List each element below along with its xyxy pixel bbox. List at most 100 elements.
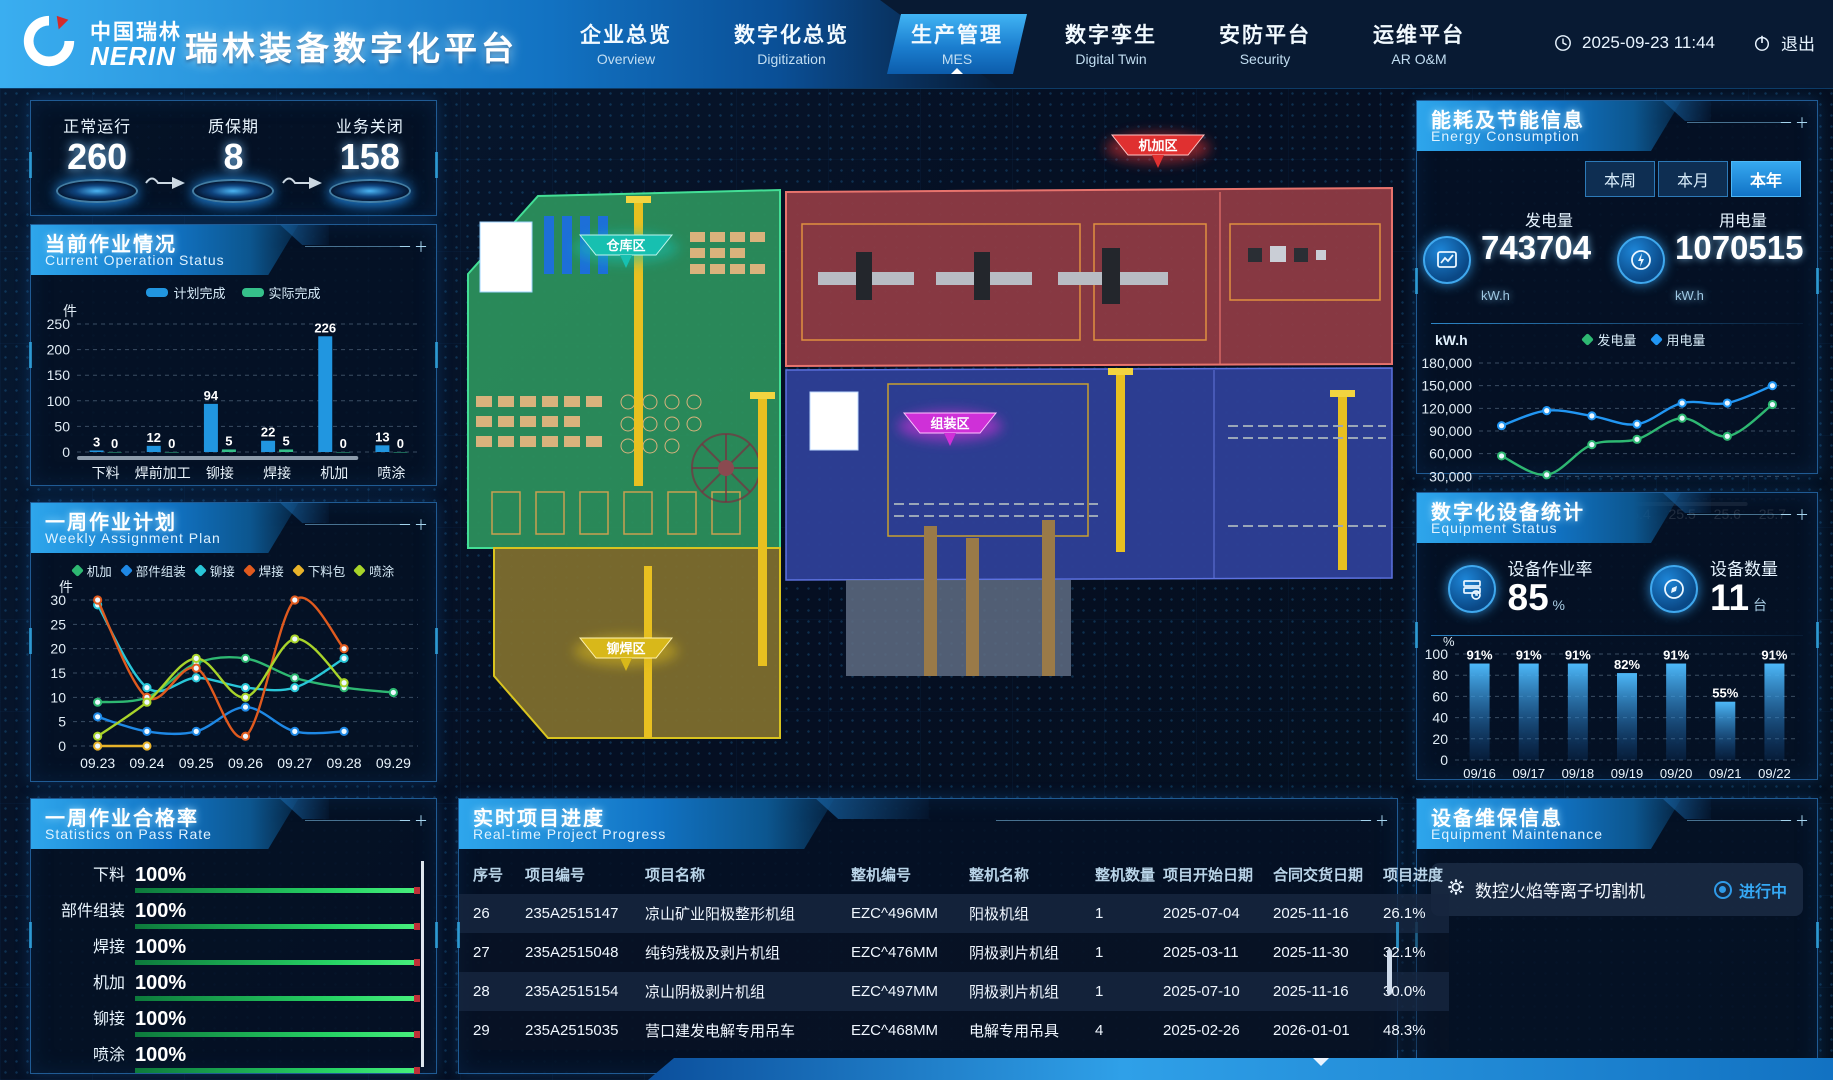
- svg-text:09.26: 09.26: [228, 755, 263, 771]
- legend-item: 实际完成: [242, 283, 321, 302]
- svg-text:12: 12: [147, 430, 161, 445]
- equipment-panel: －＋ 数字化设备统计 Equipment Status 设备作业率85 %设备数…: [1416, 492, 1818, 780]
- energy-tab-本年[interactable]: 本年: [1731, 161, 1801, 197]
- status-stat-value: 158: [322, 137, 418, 177]
- panel-header: －＋ 能耗及节能信息 Energy Consumption: [1417, 101, 1817, 151]
- svg-text:150,000: 150,000: [1421, 378, 1472, 394]
- nav-tab-digitization[interactable]: 数字化总览Digitization: [710, 14, 873, 74]
- svg-text:焊前加工: 焊前加工: [135, 465, 191, 481]
- nav-tab-digital-twin[interactable]: 数字孪生Digital Twin: [1041, 14, 1181, 74]
- data-point: [242, 684, 249, 691]
- nav-tab-label-cn: 数字化总览: [734, 19, 849, 49]
- data-point: [94, 713, 101, 720]
- zone-assembly-area[interactable]: [786, 368, 1392, 580]
- utilization-bar: [1568, 664, 1588, 760]
- utilization-bar: [1715, 702, 1735, 760]
- nav-tab-overview[interactable]: 企业总览Overview: [556, 14, 696, 74]
- nav-tab-mes[interactable]: 生产管理MES: [887, 14, 1027, 74]
- status-radio-icon: [1714, 881, 1732, 899]
- legend-swatch: [120, 564, 133, 577]
- status-stat: 正常运行260: [49, 113, 145, 203]
- svg-text:25: 25: [50, 616, 66, 632]
- panel-collapse-controls[interactable]: －＋: [1359, 811, 1391, 831]
- legend-swatch: [146, 288, 168, 297]
- energy-chart-unit: kW.h: [1435, 332, 1468, 348]
- logout-button[interactable]: 退出: [1781, 30, 1815, 55]
- equipment-stat-info: 设备作业率85 %: [1508, 555, 1593, 623]
- zone-badge-machining[interactable]: 机加区: [1106, 133, 1210, 168]
- table-scrollbar[interactable]: [1387, 949, 1392, 995]
- panel-collapse-controls[interactable]: －＋: [398, 811, 430, 831]
- table-column-header: 整机名称: [965, 855, 1091, 894]
- legend-swatch: [1650, 333, 1663, 346]
- project-cell: 4: [1091, 1011, 1159, 1050]
- svg-text:60: 60: [1432, 688, 1448, 704]
- project-row[interactable]: 29235A2515035营口建发电解专用吊车EZC^468MM电解专用吊具42…: [459, 1011, 1449, 1050]
- pass-rate-bar: [135, 960, 420, 965]
- project-cell: 28: [459, 972, 521, 1011]
- project-cell: 2025-11-16: [1269, 972, 1379, 1011]
- pass-rate-row: 铆接100%: [41, 1001, 420, 1037]
- legend-label: 铆接: [210, 561, 235, 580]
- data-point: [1769, 401, 1776, 408]
- nav-tab-ar-o-m[interactable]: 运维平台AR O&M: [1349, 14, 1489, 74]
- equipment-stat: 设备作业率85 %: [1423, 555, 1617, 623]
- project-cell: 2026-01-01: [1269, 1011, 1379, 1050]
- nav-tab-label-cn: 生产管理: [911, 19, 1003, 49]
- pass-rate-bar-fill: [135, 888, 420, 893]
- data-point: [1633, 436, 1640, 443]
- legend-item: 下料包: [294, 561, 346, 580]
- equipment-bar-chart: 020406080100%91%09/1691%09/1791%09/1882%…: [1417, 636, 1809, 786]
- data-point: [1543, 407, 1550, 414]
- energy-chart-legend: 发电量用电量: [1482, 330, 1807, 349]
- data-point: [1724, 399, 1731, 406]
- project-cell: 1: [1091, 894, 1159, 933]
- data-point: [340, 679, 347, 686]
- panel-collapse-controls[interactable]: －＋: [1779, 505, 1811, 525]
- energy-stat-label: 用电量: [1675, 207, 1811, 231]
- warehouse-screen: [480, 222, 532, 292]
- svg-text:铆焊区: 铆焊区: [606, 641, 645, 656]
- project-cell: 2025-07-04: [1159, 894, 1269, 933]
- data-point: [193, 665, 200, 672]
- data-point: [291, 684, 298, 691]
- maintenance-row[interactable]: 数控火焰等离子切割机进行中: [1431, 863, 1803, 916]
- pass-rate-bar: [135, 1068, 420, 1073]
- maintenance-status: 进行中: [1714, 878, 1787, 902]
- radial-fan: [692, 434, 760, 502]
- svg-text:09/18: 09/18: [1562, 766, 1595, 781]
- data-point: [1633, 421, 1640, 428]
- table-column-header: 序号: [459, 855, 521, 894]
- chart-zoom-slider[interactable]: [77, 456, 358, 460]
- project-row[interactable]: 28235A2515154凉山阴极剥片机组EZC^497MM阴极剥片机组1202…: [459, 972, 1449, 1011]
- legend-swatch: [194, 564, 207, 577]
- project-row[interactable]: 26235A2515147凉山矿业阳极整形机组EZC^496MM阳极机组1202…: [459, 894, 1449, 933]
- legend-label: 发电量: [1597, 330, 1636, 349]
- panel-collapse-controls[interactable]: －＋: [1779, 811, 1811, 831]
- pass-rate-main: 100%: [135, 1008, 420, 1037]
- panel-collapse-controls[interactable]: －＋: [398, 237, 430, 257]
- legend-label: 下料包: [308, 561, 346, 580]
- svg-text:09/21: 09/21: [1709, 766, 1742, 781]
- panel-title-en: Real-time Project Progress: [473, 826, 666, 842]
- svg-text:200: 200: [47, 342, 71, 358]
- panel-collapse-controls[interactable]: －＋: [398, 515, 430, 535]
- project-row[interactable]: 27235A2515048纯钧残极及剥片机组EZC^476MM阴极剥片机组120…: [459, 933, 1449, 972]
- pass-rate-row: 焊接100%: [41, 929, 420, 965]
- panel-collapse-controls[interactable]: －＋: [1779, 113, 1811, 133]
- pass-rate-label: 下料: [41, 861, 125, 893]
- energy-panel: －＋ 能耗及节能信息 Energy Consumption 本周本月本年 发电量…: [1416, 100, 1818, 474]
- pass-rate-bar: [135, 924, 420, 929]
- gear-icon: [1447, 878, 1465, 901]
- nav-tab-security[interactable]: 安防平台Security: [1195, 14, 1335, 74]
- energy-tab-本月[interactable]: 本月: [1658, 161, 1728, 197]
- energy-tab-本周[interactable]: 本周: [1585, 161, 1655, 197]
- project-cell: 235A2515048: [521, 933, 641, 972]
- project-cell: EZC^497MM: [847, 972, 965, 1011]
- factory-3d-map[interactable]: 仓库区 机加区 组装区 铆焊区: [458, 96, 1398, 791]
- svg-text:5: 5: [225, 433, 232, 448]
- energy-stat: 用电量1070515 kW.h: [1617, 207, 1811, 313]
- panel-title-en: Current Operation Status: [45, 252, 225, 268]
- table-column-header: 整机编号: [847, 855, 965, 894]
- pass-rate-bar-fill: [135, 1068, 420, 1073]
